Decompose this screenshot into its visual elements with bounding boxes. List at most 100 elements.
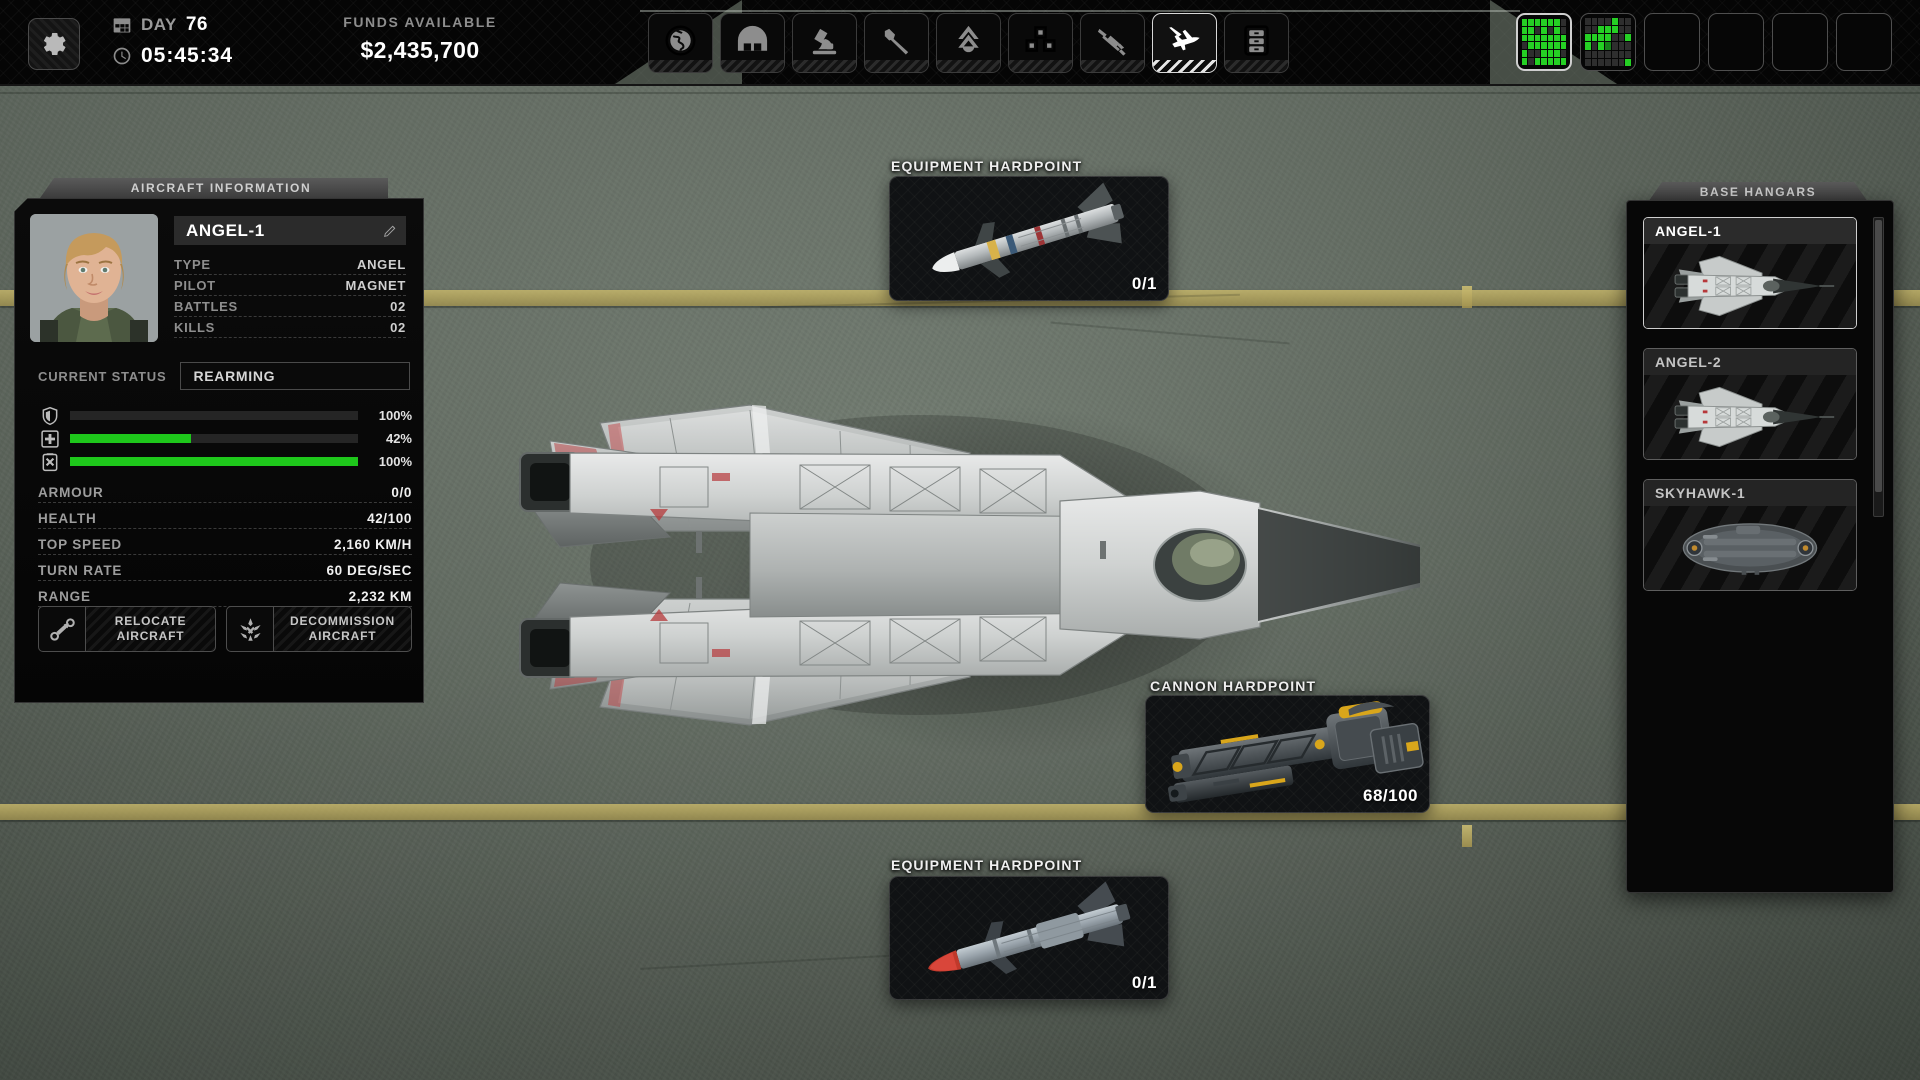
minimap-cell (1534, 34, 1541, 42)
field-value: 02 (390, 319, 406, 335)
field-value: 02 (390, 298, 406, 314)
gear-icon (43, 32, 66, 56)
funds-label: FUNDS AVAILABLE (343, 14, 497, 30)
hangar-scrollbar[interactable] (1873, 217, 1884, 517)
hangar-card-label: ANGEL-1 (1644, 218, 1856, 244)
stat-armour: ARMOUR 0/0 (38, 482, 412, 503)
nav-button-research[interactable] (792, 13, 857, 73)
hangar-card-label: SKYHAWK-1 (1644, 480, 1856, 506)
minimap-cell (1541, 26, 1547, 34)
minimap-cell (1522, 19, 1528, 26)
day-value: 76 (185, 14, 208, 35)
minimap-cell (1560, 19, 1566, 26)
equipment-hardpoint-top[interactable]: 0/1 (889, 176, 1169, 301)
decommission-aircraft-button[interactable]: DECOMMISSION AIRCRAFT (226, 606, 412, 652)
main-navigation (648, 13, 1289, 73)
hangar-card-angel-2[interactable]: ANGEL-2 (1643, 348, 1857, 460)
nav-button-engineering[interactable] (864, 13, 929, 73)
hangar-jet-thumb (1674, 386, 1835, 448)
nav-button-geoscape[interactable] (648, 13, 713, 73)
mission-slot-3[interactable] (1644, 13, 1700, 71)
fuel-icon (40, 452, 60, 472)
relocate-icon-wrap (39, 607, 86, 651)
minimap-cell (1534, 19, 1541, 26)
minimap-cell (1591, 58, 1598, 66)
minimap-cell (1528, 42, 1534, 50)
minimap-cell (1585, 18, 1591, 26)
stat-key: HEALTH (38, 510, 97, 526)
relocate-icon (49, 617, 75, 641)
clock-value: 05:45:34 (141, 44, 234, 67)
nav-button-base[interactable] (720, 13, 785, 73)
settings-button[interactable] (28, 18, 80, 70)
nav-button-stores[interactable] (1008, 13, 1073, 73)
minimap-cell (1625, 18, 1631, 26)
minimap-cell (1522, 34, 1528, 42)
minimap-cell (1591, 42, 1598, 50)
mission-slot-2[interactable] (1580, 13, 1636, 71)
minimap-cell (1611, 26, 1618, 34)
minimap-cell (1598, 34, 1605, 42)
minimap-cell (1591, 34, 1598, 42)
minimap-cell (1534, 26, 1541, 34)
minimap-cell (1618, 58, 1625, 66)
aircraft-name-value: ANGEL-1 (186, 220, 265, 240)
field-key: BATTLES (174, 298, 238, 314)
minimap-cell (1611, 18, 1618, 26)
stat-value: 2,232 KM (348, 588, 412, 604)
minimap-cell (1554, 50, 1560, 58)
stat-key: ARMOUR (38, 484, 104, 500)
pencil-icon[interactable] (382, 223, 398, 239)
mission-slot-6[interactable] (1836, 13, 1892, 71)
minimap-cell (1541, 42, 1547, 50)
nav-button-aircraft[interactable] (1152, 13, 1217, 73)
clock-icon (113, 47, 131, 65)
aircraft-field-battles: BATTLES 02 (174, 296, 406, 317)
pilot-portrait[interactable] (30, 214, 158, 342)
hangar-card-angel-1[interactable]: ANGEL-1 (1643, 217, 1857, 329)
nav-button-soldiers[interactable] (936, 13, 1001, 73)
mission-slot-1[interactable] (1516, 13, 1572, 71)
top-hud-bar: DAY 76 05:45:34 FUNDS AVAILABLE $2,435,7… (0, 0, 1920, 86)
hangar-scrollbar-thumb[interactable] (1875, 220, 1882, 492)
field-key: PILOT (174, 277, 216, 293)
minimap-cell (1560, 42, 1566, 50)
nav-button-archive[interactable] (1224, 13, 1289, 73)
field-value: ANGEL (357, 256, 406, 272)
equipment-hardpoint-bottom-label: EQUIPMENT HARDPOINT (891, 857, 1083, 873)
nav-button-stripe (1153, 60, 1216, 72)
current-status-value: REARMING (180, 362, 410, 390)
aircraft-field-pilot: PILOT MAGNET (174, 275, 406, 296)
minimap-cell (1605, 26, 1611, 34)
stat-turn-rate: TURN RATE 60 DEG/SEC (38, 560, 412, 581)
minimap-cell (1528, 58, 1534, 65)
minimap-cell (1560, 50, 1566, 58)
nav-button-armoury[interactable] (1080, 13, 1145, 73)
minimap-cell (1547, 34, 1554, 42)
equipment-hardpoint-bottom-count: 0/1 (1131, 973, 1157, 992)
jet-icon (1169, 27, 1200, 51)
calendar-icon (113, 18, 131, 33)
file-cabinet-icon (1244, 25, 1269, 56)
nav-frame-line (640, 10, 1520, 12)
minimap-cell (1605, 42, 1611, 50)
equipment-hardpoint-top-label: EQUIPMENT HARDPOINT (891, 158, 1083, 174)
hangar-icon (737, 25, 768, 51)
minimap-cell (1541, 58, 1547, 65)
minimap-cell (1528, 19, 1534, 26)
stat-key: TURN RATE (38, 562, 123, 578)
minimap-cell (1605, 50, 1611, 58)
equipment-hardpoint-bottom[interactable]: 0/1 (889, 876, 1169, 1000)
cannon-hardpoint[interactable]: 68/100 (1145, 695, 1430, 813)
mission-slot-5[interactable] (1772, 13, 1828, 71)
aircraft-name-field[interactable]: ANGEL-1 (174, 216, 406, 245)
relocate-aircraft-button[interactable]: RELOCATE AIRCRAFT (38, 606, 216, 652)
hangar-card-skyhawk-1[interactable]: SKYHAWK-1 (1643, 479, 1857, 591)
minimap-cell (1611, 34, 1618, 42)
minimap-cell (1598, 26, 1605, 34)
minimap-cell (1585, 26, 1591, 34)
mission-slot-4[interactable] (1708, 13, 1764, 71)
minimap-cell (1528, 26, 1534, 34)
minimap-cell (1585, 34, 1591, 42)
bar-track (70, 411, 358, 420)
